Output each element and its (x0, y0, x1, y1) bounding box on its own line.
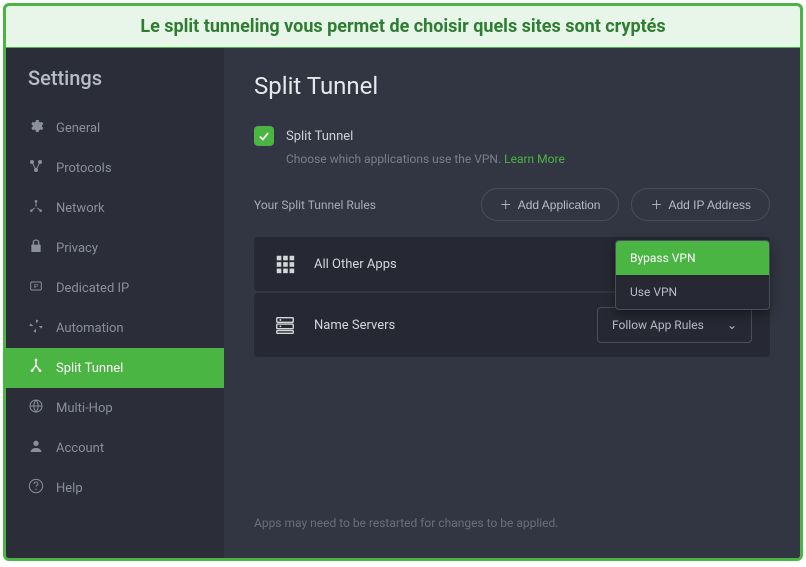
checkbox-label: Split Tunnel (286, 129, 353, 144)
rule-label: All Other Apps (314, 257, 581, 272)
rule-label: Name Servers (314, 318, 581, 333)
sidebar: Settings General Protocols Network Priva… (6, 48, 224, 558)
helper-text: Choose which applications use the VPN. L… (286, 152, 770, 166)
check-icon (257, 129, 271, 143)
sidebar-item-label: Account (56, 441, 104, 456)
sidebar-item-label: Split Tunnel (56, 361, 123, 376)
chevron-down-icon: ⌄ (727, 318, 737, 332)
sidebar-item-split-tunnel[interactable]: Split Tunnel (6, 348, 224, 388)
svg-text:IP: IP (34, 284, 39, 290)
footer-note: Apps may need to be restarted for change… (254, 516, 558, 530)
annotation-banner: Le split tunneling vous permet de choisi… (6, 6, 800, 48)
protocols-icon (28, 158, 44, 178)
rules-label: Your Split Tunnel Rules (254, 198, 376, 212)
plus-icon: ＋ (650, 196, 662, 213)
plus-icon: ＋ (500, 196, 512, 213)
sidebar-item-label: Network (56, 201, 105, 216)
sidebar-item-network[interactable]: Network (6, 188, 224, 228)
sidebar-item-label: General (56, 121, 100, 136)
follow-app-rules-dropdown[interactable]: Follow App Rules ⌄ (597, 307, 752, 343)
ip-icon: IP (28, 278, 44, 298)
lock-icon (28, 238, 44, 258)
automation-icon (28, 318, 44, 338)
network-icon (28, 198, 44, 218)
dropdown-option-bypass-vpn[interactable]: Bypass VPN (616, 241, 769, 275)
gear-icon (28, 118, 44, 138)
sidebar-item-general[interactable]: General (6, 108, 224, 148)
sidebar-item-protocols[interactable]: Protocols (6, 148, 224, 188)
learn-more-link[interactable]: Learn More (504, 152, 565, 166)
apps-grid-icon (272, 251, 298, 277)
sidebar-item-label: Help (56, 481, 83, 496)
split-tunnel-checkbox[interactable] (254, 126, 274, 146)
multi-hop-icon (28, 398, 44, 418)
add-ip-address-button[interactable]: ＋ Add IP Address (631, 188, 770, 221)
sidebar-title: Settings (6, 66, 224, 108)
page-title: Split Tunnel (254, 72, 770, 100)
split-tunnel-icon (28, 358, 44, 378)
add-application-button[interactable]: ＋ Add Application (481, 188, 620, 221)
sidebar-item-help[interactable]: Help (6, 468, 224, 508)
sidebar-item-privacy[interactable]: Privacy (6, 228, 224, 268)
help-icon (28, 478, 44, 498)
sidebar-item-label: Multi-Hop (56, 401, 113, 416)
main-panel: Split Tunnel Split Tunnel Choose which a… (224, 48, 800, 558)
sidebar-item-label: Protocols (56, 161, 112, 176)
account-icon (28, 438, 44, 458)
sidebar-item-label: Automation (56, 321, 124, 336)
sidebar-item-automation[interactable]: Automation (6, 308, 224, 348)
servers-icon (272, 312, 298, 338)
sidebar-item-account[interactable]: Account (6, 428, 224, 468)
sidebar-item-multi-hop[interactable]: Multi-Hop (6, 388, 224, 428)
sidebar-item-label: Privacy (56, 241, 98, 256)
sidebar-item-label: Dedicated IP (56, 281, 129, 296)
dropdown-option-use-vpn[interactable]: Use VPN (616, 275, 769, 309)
sidebar-item-dedicated-ip[interactable]: IP Dedicated IP (6, 268, 224, 308)
vpn-mode-dropdown-menu: Bypass VPN Use VPN (615, 240, 770, 310)
